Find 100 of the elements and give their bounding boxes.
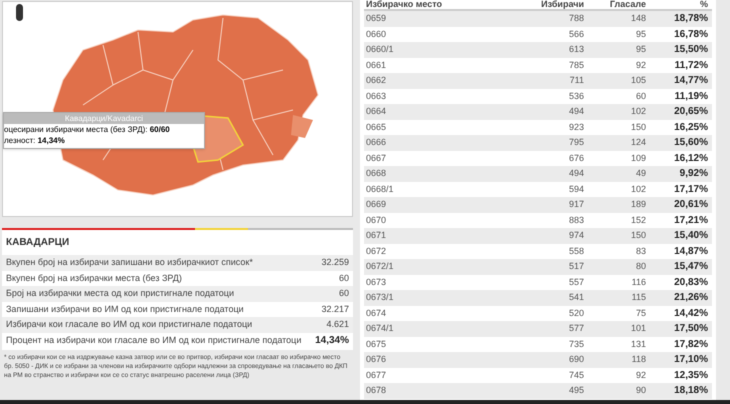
table-cell-text: 566 xyxy=(568,28,584,40)
table-cell-text: 14,87% xyxy=(673,244,709,259)
table-cell-text: 0662 xyxy=(365,74,388,87)
table-cell-text: 613 xyxy=(568,43,584,56)
table-cell-text: 494 xyxy=(568,167,584,180)
table-cell-text: 0671 xyxy=(365,229,388,242)
table-cell-text: 517 xyxy=(568,260,584,273)
table-cell-text: 577 xyxy=(568,322,584,335)
table-cell-text: 541 xyxy=(568,291,584,304)
table-cell-text: 49 xyxy=(634,167,646,180)
table-cell-text: 83 xyxy=(634,244,646,258)
table-cell-text: 95 xyxy=(634,28,646,40)
table-cell-text: 536 xyxy=(568,90,584,102)
table-cell-text: 0670 xyxy=(365,214,388,226)
table-cell-text: 0678 xyxy=(365,384,388,397)
table-cell-text: 917 xyxy=(568,198,584,211)
table-cell-text: 116 xyxy=(630,276,646,288)
table-cell-text: 95 xyxy=(634,43,646,56)
table-cell-text: 118 xyxy=(630,353,646,366)
table-cell-text: 0674 xyxy=(365,306,388,320)
table-cell-text: 0664 xyxy=(365,105,388,118)
tooltip-title: Кавадарци/Kavadarci xyxy=(4,113,204,124)
table-cell-text: 20,83% xyxy=(673,276,709,290)
table-cell-text: 15,47% xyxy=(673,260,709,274)
table-cell-text: 105 xyxy=(630,74,646,87)
table-cell-text: 80 xyxy=(634,260,646,273)
table-cell-text: 594 xyxy=(568,182,584,196)
zoom-controls-icon[interactable] xyxy=(16,4,23,21)
table-cell-text: 974 xyxy=(568,229,584,242)
table-cell-text: 788 xyxy=(568,12,584,25)
table-cell-text: 20,65% xyxy=(673,105,709,120)
table-cell-text: 735 xyxy=(568,338,584,350)
summary-value: 60 xyxy=(338,272,349,284)
scrollbar-track[interactable] xyxy=(716,0,730,400)
table-cell-text: 883 xyxy=(568,214,584,226)
summary-value: 14,34% xyxy=(315,334,349,348)
table-cell-text: 676 xyxy=(568,152,584,164)
summary-label: Избирачи кои гласале во ИМ од кои пристигнале податоци xyxy=(6,318,252,331)
table-cell-text: 0663 xyxy=(365,90,388,102)
table-cell-text: 18,18% xyxy=(673,384,709,398)
table-cell-text: 0668 xyxy=(365,167,388,180)
table-cell-text: 15,60% xyxy=(673,136,709,150)
table-cell-text: 11,72% xyxy=(674,58,709,73)
table-cell-text: 152 xyxy=(630,214,646,226)
table-cell-text: 75 xyxy=(634,306,646,320)
table-cell-text: 148 xyxy=(630,12,646,25)
summary-label: Запишани избирачи во ИМ од кои пристигнале податоци xyxy=(6,302,244,316)
table-cell-text: 20,61% xyxy=(673,198,709,212)
table-cell-text: 0665 xyxy=(365,120,388,134)
table-cell-text: 18,78% xyxy=(673,12,709,26)
table-cell-text: 0673 xyxy=(365,276,388,288)
table-cell-text: 0672 xyxy=(365,244,388,258)
table-cell-text: 558 xyxy=(568,244,584,258)
summary-label: Вкупен број на избирачи запишани во избирачкиот список* xyxy=(6,256,253,269)
table-cell-text: 0668/1 xyxy=(365,182,395,196)
summary-label: Вкупен број на избирачки места (без ЗРД) xyxy=(6,272,182,285)
column-header: Избирачко место xyxy=(365,0,444,9)
table-cell-text: 17,17% xyxy=(673,182,709,197)
table-cell-text: 150 xyxy=(630,229,646,242)
table-cell-text: 0661 xyxy=(365,58,388,72)
table-cell-text: 16,78% xyxy=(673,28,709,42)
summary-value: 32.217 xyxy=(321,302,349,316)
table-cell-text: 21,26% xyxy=(673,291,709,306)
table-cell-text: 12,35% xyxy=(673,368,709,383)
table-cell-text: 9,92% xyxy=(678,167,709,182)
table-cell-text: 785 xyxy=(568,58,584,72)
table-cell-text: 92 xyxy=(634,58,646,72)
table-cell-text: 189 xyxy=(630,198,646,211)
table-cell-text: 92 xyxy=(634,368,646,382)
table-cell-text: 17,82% xyxy=(673,338,709,352)
table-cell-text: 0660/1 xyxy=(365,43,395,56)
table-cell-text: 0659 xyxy=(365,12,388,25)
table-cell-text: 115 xyxy=(630,291,646,304)
table-cell-text: 923 xyxy=(568,120,584,134)
column-header: Избирачи xyxy=(540,0,584,9)
summary-value: 4.621 xyxy=(326,318,349,331)
table-cell-text: 0677 xyxy=(365,368,388,382)
table-cell-text: 60 xyxy=(634,90,646,102)
column-header: Гласале xyxy=(608,0,646,9)
table-cell-text: 102 xyxy=(630,105,646,118)
table-cell-text: 15,40% xyxy=(673,229,709,244)
table-cell-text: 0676 xyxy=(365,353,388,366)
table-cell-text: 495 xyxy=(568,384,584,397)
table-cell-text: 90 xyxy=(634,384,646,397)
table-cell-text: 494 xyxy=(568,105,584,118)
table-cell-text: 109 xyxy=(630,152,646,164)
table-cell-text: 0673/1 xyxy=(365,291,395,304)
column-header: % xyxy=(698,0,709,9)
summary-value: 32.259 xyxy=(321,256,349,269)
table-cell-text: 11,19% xyxy=(674,90,709,104)
summary-value: 60 xyxy=(338,287,349,300)
table-cell-text: 16,25% xyxy=(673,120,709,135)
table-cell-text: 124 xyxy=(630,136,646,149)
table-cell-text: 0674/1 xyxy=(365,322,395,335)
table-cell-text: 520 xyxy=(568,306,584,320)
table-cell-text: 102 xyxy=(630,182,646,196)
table-cell-text: 17,21% xyxy=(673,214,709,228)
tooltip-text: оцесирани избирачки места (без ЗРД): 60/60 xyxy=(4,124,171,135)
table-cell-text: 131 xyxy=(630,338,646,350)
table-cell-text: 16,12% xyxy=(673,152,709,166)
